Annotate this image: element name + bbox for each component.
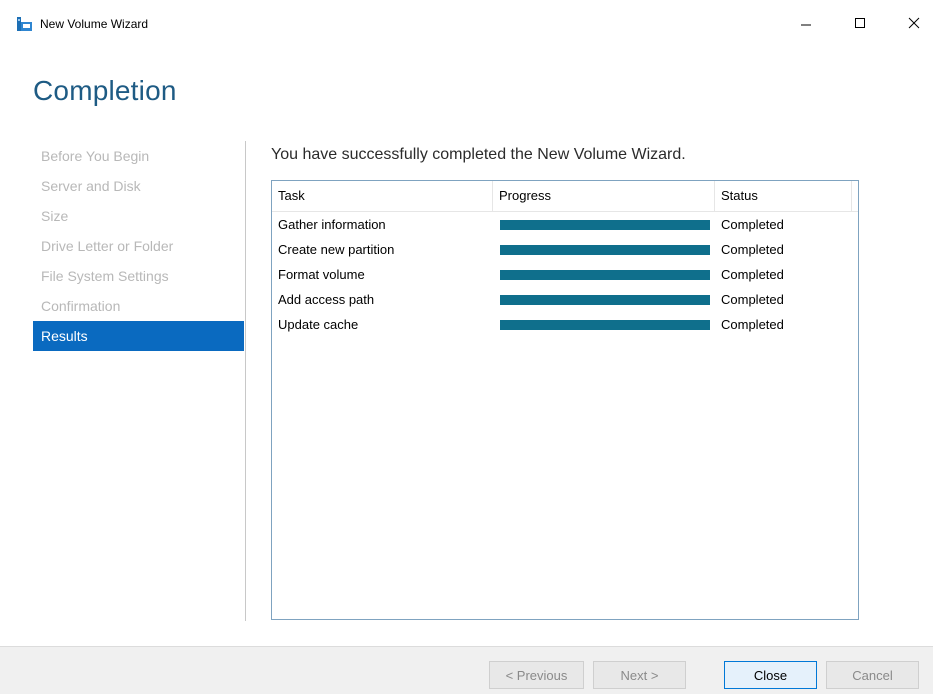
task-cell: Add access path [278,292,375,307]
nav-step-file-system-settings[interactable]: File System Settings [33,261,244,291]
task-cell: Create new partition [278,242,395,257]
minimize-icon [801,24,811,26]
progress-fill [500,295,710,305]
status-cell: Completed [721,217,784,232]
volume-wizard-icon [17,17,32,31]
nav-step-before-you-begin[interactable]: Before You Begin [33,141,244,171]
status-cell: Completed [721,267,784,282]
completion-message: You have successfully completed the New … [271,146,686,163]
nav-step-size[interactable]: Size [33,201,244,231]
column-header-task[interactable]: Task [272,181,493,211]
wizard-steps-nav: Before You Begin Server and Disk Size Dr… [33,141,244,351]
status-cell: Completed [721,292,784,307]
title-bar: New Volume Wizard [0,0,933,46]
maximize-button[interactable] [838,8,882,38]
table-header: Task Progress Status [272,181,858,212]
progress-bar [500,270,710,280]
results-table: Task Progress Status Gather information … [271,180,859,620]
table-row[interactable]: Gather information Completed [272,213,858,238]
table-row[interactable]: Create new partition Completed [272,238,858,263]
window-close-button[interactable] [892,8,933,38]
progress-fill [500,245,710,255]
task-cell: Gather information [278,217,386,232]
progress-fill [500,320,710,330]
table-row[interactable]: Update cache Completed [272,313,858,338]
progress-bar [500,245,710,255]
close-button[interactable]: Close [724,661,817,689]
maximize-icon [855,18,865,28]
table-row[interactable]: Format volume Completed [272,263,858,288]
progress-fill [500,220,710,230]
window-title: New Volume Wizard [40,17,149,31]
column-header-progress[interactable]: Progress [493,181,715,211]
progress-bar [500,320,710,330]
status-cell: Completed [721,242,784,257]
nav-step-results[interactable]: Results [33,321,244,351]
wizard-footer: < Previous Next > Close Cancel [0,646,933,694]
page-title: Completion [33,75,177,106]
nav-divider [245,141,246,621]
nav-step-drive-letter[interactable]: Drive Letter or Folder [33,231,244,261]
status-cell: Completed [721,317,784,332]
table-row[interactable]: Add access path Completed [272,288,858,313]
nav-step-server-and-disk[interactable]: Server and Disk [33,171,244,201]
column-header-status[interactable]: Status [715,181,852,211]
progress-bar [500,295,710,305]
nav-step-confirmation[interactable]: Confirmation [33,291,244,321]
close-icon [908,17,920,29]
progress-bar [500,220,710,230]
task-cell: Update cache [278,317,359,332]
next-button[interactable]: Next > [593,661,686,689]
minimize-button[interactable] [784,8,828,38]
progress-fill [500,270,710,280]
task-cell: Format volume [278,267,365,282]
cancel-button[interactable]: Cancel [826,661,919,689]
previous-button[interactable]: < Previous [489,661,584,689]
